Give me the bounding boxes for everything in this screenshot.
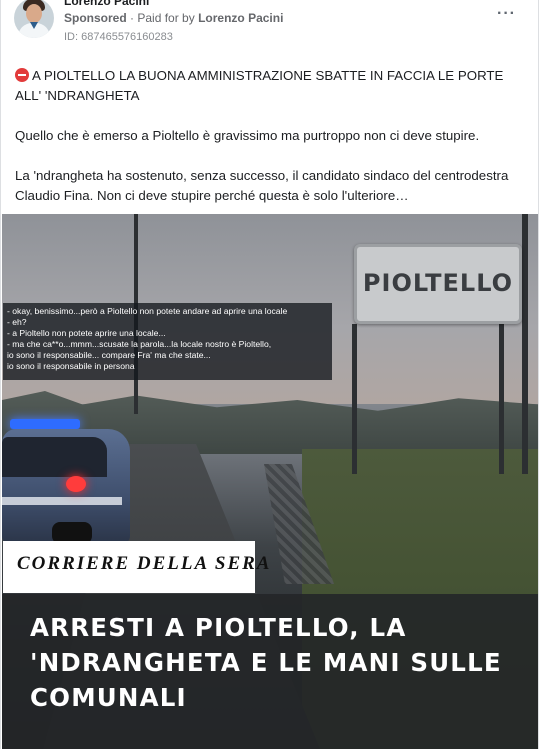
car-stripe xyxy=(2,497,122,505)
separator: · xyxy=(130,11,135,25)
paid-for-by-name[interactable]: Lorenzo Pacini xyxy=(198,11,283,25)
post-text-line-2: Quello che è emerso a Pioltello è gravis… xyxy=(15,128,480,143)
more-horizontal-icon[interactable]: ··· xyxy=(497,6,515,23)
post-text-line-1: A PIOLTELLO LA BUONA AMMINISTRAZIONE SBA… xyxy=(15,68,504,103)
author-name[interactable]: Lorenzo Pacini xyxy=(64,0,149,8)
media-pole xyxy=(499,324,504,474)
siren-light xyxy=(10,419,80,429)
headline-text: ARRESTI A PIOLTELLO, LA 'NDRANGHETA E LE… xyxy=(30,613,502,712)
sponsor-line: Sponsored · Paid for by Lorenzo Pacini xyxy=(64,11,283,25)
town-sign: PIOLTELLO xyxy=(354,244,522,324)
transcript-line: io sono il responsabile... compare Fra' … xyxy=(7,350,211,360)
news-source-name: CORRIERE DELLA SERA xyxy=(17,553,272,574)
media-pole xyxy=(522,214,528,474)
headline-banner: ARRESTI A PIOLTELLO, LA 'NDRANGHETA E LE… xyxy=(2,594,538,749)
town-sign-text: PIOLTELLO xyxy=(362,269,514,297)
ad-id: ID: 687465576160283 xyxy=(64,31,173,43)
transcript-line: - ma che ca**o...mmm...scusate la parola… xyxy=(7,339,272,349)
post-text-line-3: La 'ndrangheta ha sostenuto, senza succe… xyxy=(15,168,509,203)
wiretap-transcript: - okay, benissimo...però a Pioltello non… xyxy=(3,303,332,380)
sponsored-post-card: Lorenzo Pacini Sponsored · Paid for by L… xyxy=(0,0,539,749)
paid-for-by-prefix: Paid for by xyxy=(137,11,195,25)
transcript-line: io sono il responsabile in persona xyxy=(7,361,135,371)
no-entry-icon xyxy=(15,68,29,82)
post-media-image[interactable]: PIOLTELLO - okay, benissimo...però a Pio… xyxy=(2,214,538,749)
avatar[interactable] xyxy=(14,0,54,38)
transcript-line: - eh? xyxy=(7,317,27,327)
police-car xyxy=(2,419,132,549)
car-window xyxy=(2,437,107,477)
media-pole xyxy=(352,324,357,474)
sponsored-label: Sponsored xyxy=(64,11,127,25)
news-source-badge: CORRIERE DELLA SERA xyxy=(3,541,269,593)
transcript-line: - okay, benissimo...però a Pioltello non… xyxy=(7,306,288,316)
car-tail-light xyxy=(66,476,86,492)
transcript-line: - a Pioltello non potete aprire una loca… xyxy=(7,328,166,338)
post-text-heading: A PIOLTELLO LA BUONA AMMINISTRAZIONE SBA… xyxy=(15,66,515,106)
